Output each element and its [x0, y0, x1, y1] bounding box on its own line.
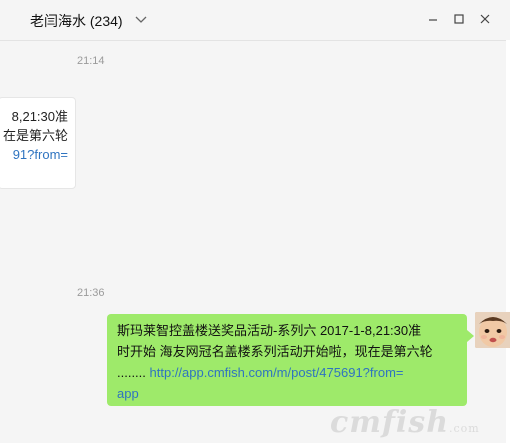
received-message-text: 8,21:30准 在是第六轮 91?from=: [0, 107, 68, 164]
bubble-tail: [467, 330, 474, 342]
sent-line-2: 时开始 海友网冠名盖楼系列活动开始啦，现在是第六轮: [117, 344, 433, 359]
chevron-down-icon[interactable]: [134, 13, 148, 27]
chat-title-name: 老闫海水: [30, 13, 86, 29]
baby-photo-icon: [475, 312, 510, 348]
maximize-icon[interactable]: [452, 12, 466, 26]
close-icon[interactable]: [478, 12, 492, 26]
sent-link-tail[interactable]: app: [117, 383, 457, 404]
chat-title-count: (234): [89, 13, 123, 29]
timestamp: 21:14: [77, 55, 105, 67]
chat-title[interactable]: 老闫海水 (234): [30, 11, 123, 31]
sent-line-1: 斯玛莱智控盖楼送奖品活动-系列六 2017-1-8,21:30准: [117, 323, 422, 338]
received-link[interactable]: 91?from=: [0, 145, 68, 164]
watermark-logo: cmfish.com: [330, 405, 480, 440]
timestamp: 21:36: [77, 287, 105, 299]
sent-link[interactable]: http://app.cmfish.com/m/post/475691?from…: [146, 365, 404, 380]
received-line-1: 8,21:30准: [11, 109, 68, 124]
minimize-icon[interactable]: [426, 12, 440, 26]
sent-message-bubble[interactable]: 斯玛莱智控盖楼送奖品活动-系列六 2017-1-8,21:30准 时开始 海友网…: [107, 314, 467, 406]
sent-dots: ........: [117, 365, 146, 380]
sent-line-3: ........ http://app.cmfish.com/m/post/47…: [117, 362, 457, 383]
avatar[interactable]: [475, 312, 510, 348]
scrollbar-track[interactable]: [506, 40, 510, 443]
received-line-2: 在是第六轮: [2, 128, 68, 143]
chat-header: 老闫海水 (234): [0, 0, 510, 41]
received-message-bubble[interactable]: 8,21:30准 在是第六轮 91?from=: [0, 97, 76, 189]
